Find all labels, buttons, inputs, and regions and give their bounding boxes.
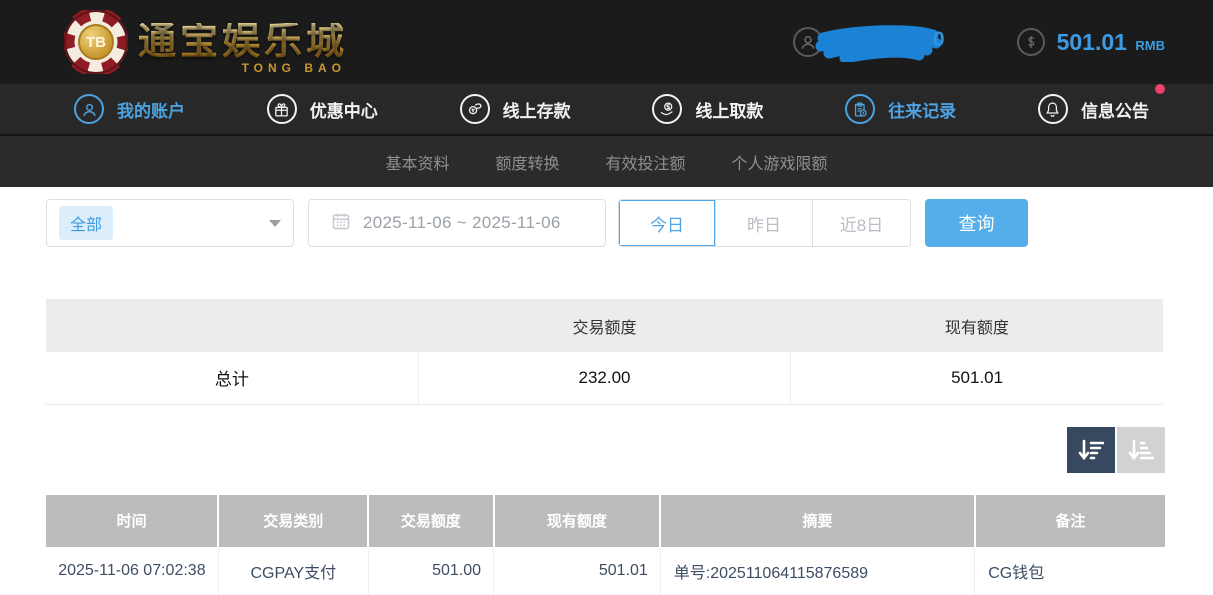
site-subtitle: TONG BAO [242,62,346,74]
sort-descending-icon [1078,438,1104,462]
withdraw-icon [652,94,682,124]
nav-transaction-records[interactable]: 往来记录 [845,94,956,124]
nav-label: 线上存款 [503,97,571,122]
date-range-input[interactable]: 2025-11-06 ~ 2025-11-06 [308,199,606,247]
records-header-row: 时间 交易类别 交易额度 现有额度 摘要 备注 [46,495,1165,547]
date-range-value: 2025-11-06 ~ 2025-11-06 [363,213,561,233]
deposit-icon [460,94,490,124]
type-select[interactable]: 全部 [46,199,294,247]
user-account[interactable]: 0 [793,22,943,62]
records-header-note: 备注 [975,495,1165,547]
main-navigation: 我的账户 优惠中心 线上存款 [0,84,1213,136]
balance-amount: 501.01 [1057,29,1127,55]
account-subnav: 基本资料 额度转换 有效投注额 个人游戏限额 [0,136,1213,187]
sort-ascending-button[interactable] [1117,427,1165,473]
notification-dot [1155,84,1165,94]
record-current-amount: 501.01 [494,547,661,595]
top-header: TB 通宝娱乐城 TONG BAO [0,0,1213,84]
summary-total-row: 总计 232.00 501.01 [46,352,1163,404]
summary-header-empty [46,299,418,352]
records-header-trade-amount: 交易额度 [368,495,493,547]
today-button[interactable]: 今日 [619,200,716,246]
balance-currency: RMB [1135,38,1165,53]
gift-icon [267,94,297,124]
site-title: 通宝娱乐城 [138,23,348,61]
user-icon [74,94,104,124]
records-header-type: 交易类别 [218,495,368,547]
dollar-icon [1017,28,1045,56]
records-header-time: 时间 [46,495,218,547]
type-select-value: 全部 [59,206,113,240]
nav-label: 优惠中心 [310,97,378,122]
record-type: CGPAY支付 [218,547,368,595]
site-logo[interactable]: TB 通宝娱乐城 TONG BAO [64,10,348,74]
nav-label: 线上取款 [695,97,763,122]
summary-total-label: 总计 [46,352,418,404]
summary-current-amount: 501.01 [791,352,1163,404]
nav-promotions[interactable]: 优惠中心 [267,94,378,124]
nav-label: 我的账户 [117,97,185,122]
record-note: CG钱包 [975,547,1165,595]
records-icon [845,94,875,124]
casino-chip-icon: TB [64,10,128,74]
sort-descending-button[interactable] [1067,427,1115,473]
record-trade-amount: 501.00 [368,547,493,595]
username-visible-digit: 0 [933,28,945,52]
records-header-current-amount: 现有额度 [494,495,661,547]
subnav-credit-transfer[interactable]: 额度转换 [495,150,559,174]
summary-header-trade-amount: 交易额度 [418,299,790,352]
query-button[interactable]: 查询 [925,199,1028,247]
summary-trade-amount: 232.00 [418,352,790,404]
chip-monogram: TB [78,24,114,60]
summary-table: 交易额度 现有额度 总计 232.00 501.01 [46,299,1163,405]
nav-label: 往来记录 [888,97,956,122]
nav-online-withdrawal[interactable]: 线上取款 [652,94,763,124]
record-time: 2025-11-06 07:02:38 [46,547,218,595]
sort-controls [46,427,1165,473]
nav-announcements[interactable]: 信息公告 [1038,94,1149,124]
calendar-icon [331,211,351,236]
balance-display[interactable]: 501.01 RMB [1017,28,1165,56]
summary-header-row: 交易额度 现有额度 [46,299,1163,352]
transaction-records-page: TB 通宝娱乐城 TONG BAO [0,0,1213,595]
records-header-summary: 摘要 [660,495,974,547]
sort-ascending-icon [1128,438,1154,462]
record-summary: 单号:202511064115876589 [660,547,974,595]
last-8-days-button[interactable]: 近8日 [813,200,910,246]
table-row: 2025-11-06 07:02:38 CGPAY支付 501.00 501.0… [46,547,1165,595]
nav-online-deposit[interactable]: 线上存款 [460,94,571,124]
nav-my-account[interactable]: 我的账户 [74,94,185,124]
bell-icon [1038,94,1068,124]
subnav-valid-bets[interactable]: 有效投注额 [606,150,686,174]
summary-header-current-amount: 现有额度 [791,299,1163,352]
yesterday-button[interactable]: 昨日 [716,200,813,246]
filter-bar: 全部 2025-11-06 ~ 2025-11-06 今日 昨日 近8日 查询 [46,199,1165,247]
subnav-basic-info[interactable]: 基本资料 [385,150,449,174]
chevron-down-icon [269,220,281,227]
subnav-game-limits[interactable]: 个人游戏限额 [732,150,828,174]
nav-label: 信息公告 [1081,97,1149,122]
quick-date-group: 今日 昨日 近8日 [618,199,911,247]
username-redacted: 0 [815,22,943,62]
records-table: 时间 交易类别 交易额度 现有额度 摘要 备注 2025-11-06 07:02… [46,495,1165,595]
